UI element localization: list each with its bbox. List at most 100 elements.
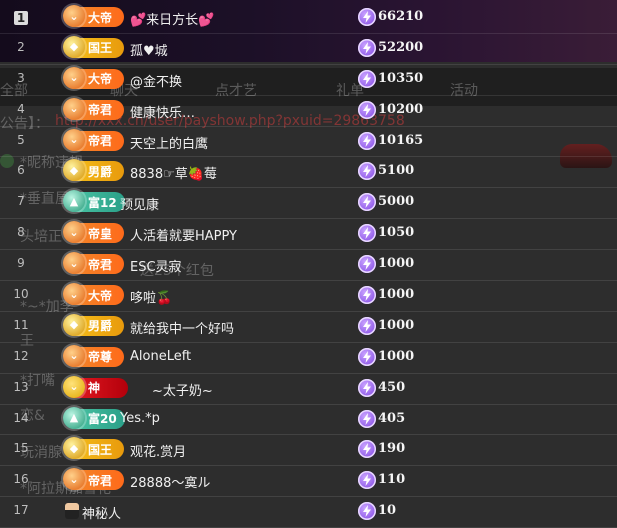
- badge-label: 大帝: [88, 10, 113, 25]
- user-nickname[interactable]: 💕来日方长💕: [130, 9, 214, 28]
- lightning-icon: [363, 103, 371, 116]
- level-badge: ⌄ 帝君: [63, 128, 124, 151]
- coin-icon: [358, 224, 376, 243]
- user-nickname[interactable]: 人活着就要HAPPY: [130, 225, 237, 244]
- contribution-amount: 1000: [378, 317, 415, 333]
- lightning-icon: [363, 350, 371, 363]
- rank-emblem-icon: ◆: [63, 313, 85, 336]
- ranking-row[interactable]: 12 ⌄ 帝尊 AloneLeft 1000: [0, 343, 617, 374]
- rank-number: 17: [13, 503, 29, 518]
- lightning-icon: [363, 412, 371, 425]
- rank-number: 10: [13, 287, 29, 302]
- coin-icon: [358, 316, 376, 335]
- rank-number: 5: [17, 132, 25, 147]
- lightning-icon: [363, 258, 371, 271]
- contribution-amount: 66210: [378, 9, 424, 24]
- ranking-row[interactable]: 16 ⌄ 帝君 28888～寞ル 110: [0, 466, 617, 498]
- lightning-icon: [363, 196, 371, 209]
- contribution-amount: 5100: [378, 163, 415, 179]
- ranking-row[interactable]: 11 ◆ 男爵 就给我中一个好吗 1000: [0, 312, 617, 343]
- rank-emblem-icon: ▲: [63, 190, 85, 213]
- contribution-amount: 1050: [378, 225, 415, 241]
- rank-emblem-icon: ⌄: [63, 344, 85, 367]
- badge-label: 帝皇: [88, 226, 113, 241]
- level-badge: ◆ 男爵: [63, 159, 124, 182]
- user-nickname[interactable]: ESC灵寂: [130, 256, 182, 275]
- ranking-row[interactable]: 3 ⌄ 大帝 @金不换 10350: [0, 65, 617, 96]
- user-nickname[interactable]: 健康快乐…: [130, 102, 195, 121]
- user-nickname[interactable]: @金不换: [130, 71, 182, 90]
- level-badge: ⌄ 帝君: [63, 97, 124, 120]
- contribution-amount: 1000: [378, 256, 415, 272]
- rank-number: 6: [17, 163, 25, 178]
- ranking-row[interactable]: 10 ⌄ 大帝 哆啦🍒 1000: [0, 281, 617, 312]
- ranking-row[interactable]: 7 ▲ 富12 预见康 5000: [0, 188, 617, 220]
- ranking-row[interactable]: 13 ⌄ 神 ~太子奶~ 450: [0, 374, 617, 405]
- level-badge: ◆ 男爵: [63, 313, 124, 336]
- user-nickname[interactable]: Yes.*p: [120, 411, 160, 426]
- contribution-amount: 5000: [378, 194, 415, 210]
- lightning-icon: [363, 11, 371, 23]
- user-nickname[interactable]: 观花.赏月: [130, 441, 186, 460]
- ranking-row[interactable]: 9 ⌄ 帝君 ESC灵寂 1000: [0, 250, 617, 282]
- lightning-icon: [363, 505, 371, 518]
- user-nickname[interactable]: 就给我中一个好吗: [130, 318, 234, 337]
- rank-number: 12: [13, 348, 29, 363]
- user-nickname[interactable]: AloneLeft: [130, 349, 191, 364]
- coin-icon: [358, 255, 376, 274]
- badge-label: 神: [88, 381, 101, 396]
- ranking-row[interactable]: 5 ⌄ 帝君 天空上的白鹰 10165: [0, 127, 617, 158]
- user-nickname[interactable]: ~太子奶~: [152, 380, 213, 399]
- coin-icon: [358, 440, 376, 459]
- user-nickname[interactable]: 神秘人: [82, 503, 121, 522]
- ranking-row[interactable]: 14 ▲ 富20 Yes.*p 405: [0, 405, 617, 436]
- rank-number: 16: [13, 472, 29, 487]
- user-nickname[interactable]: 孤♥城: [130, 40, 168, 59]
- user-nickname[interactable]: 哆啦🍒: [130, 287, 172, 306]
- level-badge: ◆ 国王: [63, 437, 124, 460]
- badge-label: 富12: [88, 195, 117, 210]
- rank-emblem-icon: ⌄: [63, 128, 85, 151]
- ranking-row[interactable]: 2 ◆ 国王 孤♥城 52200: [0, 34, 617, 65]
- lightning-icon: [363, 381, 371, 394]
- lightning-icon: [363, 319, 371, 332]
- level-badge: ◆ 国王: [63, 35, 124, 58]
- rank-number: 14: [13, 410, 29, 425]
- coin-icon: [358, 286, 376, 305]
- coin-icon: [358, 471, 376, 490]
- coin-icon: [358, 100, 376, 119]
- rank-emblem-icon: ⌄: [63, 375, 85, 398]
- badge-label: 大帝: [88, 72, 113, 87]
- contribution-amount: 450: [378, 379, 406, 395]
- badge-label: 国王: [88, 442, 113, 457]
- contribution-amount: 10200: [378, 101, 424, 117]
- coin-icon: [358, 347, 376, 366]
- ranking-row[interactable]: 17 神秘人 10: [0, 497, 617, 528]
- contribution-amount: 1000: [378, 287, 415, 303]
- user-nickname[interactable]: 28888～寞ル: [130, 472, 210, 491]
- contribution-amount: 405: [378, 410, 406, 426]
- rank-number: 15: [13, 441, 29, 456]
- ranking-row[interactable]: 15 ◆ 国王 观花.赏月 190: [0, 435, 617, 467]
- level-badge: ⌄ 帝尊: [63, 344, 124, 367]
- coin-icon: [358, 502, 376, 521]
- ranking-row[interactable]: 6 ◆ 男爵 8838☞草🍓莓 5100: [0, 157, 617, 189]
- user-nickname[interactable]: 天空上的白鹰: [130, 133, 208, 152]
- badge-label: 男爵: [88, 164, 113, 179]
- user-nickname[interactable]: 8838☞草🍓莓: [130, 163, 217, 182]
- mystery-avatar-icon: [65, 503, 79, 520]
- level-badge: ⌄ 神: [63, 375, 128, 398]
- ranking-row[interactable]: 4 ⌄ 帝君 健康快乐… 10200: [0, 96, 617, 127]
- coin-icon: [358, 69, 376, 88]
- contribution-amount: 10350: [378, 70, 424, 86]
- rank-number: 8: [17, 225, 25, 240]
- user-nickname[interactable]: 预见康: [120, 194, 159, 213]
- rank-number: 11: [13, 317, 29, 332]
- coin-icon: [358, 38, 376, 57]
- level-badge: ⌄ 大帝: [63, 283, 124, 306]
- badge-label: 帝君: [88, 103, 113, 118]
- contribution-amount: 190: [378, 441, 406, 457]
- rank-emblem-icon: ▲: [63, 406, 85, 429]
- ranking-row[interactable]: 1 ⌄ 大帝 💕来日方长💕 66210: [0, 3, 617, 34]
- ranking-row[interactable]: 8 ⌄ 帝皇 人活着就要HAPPY 1050: [0, 219, 617, 251]
